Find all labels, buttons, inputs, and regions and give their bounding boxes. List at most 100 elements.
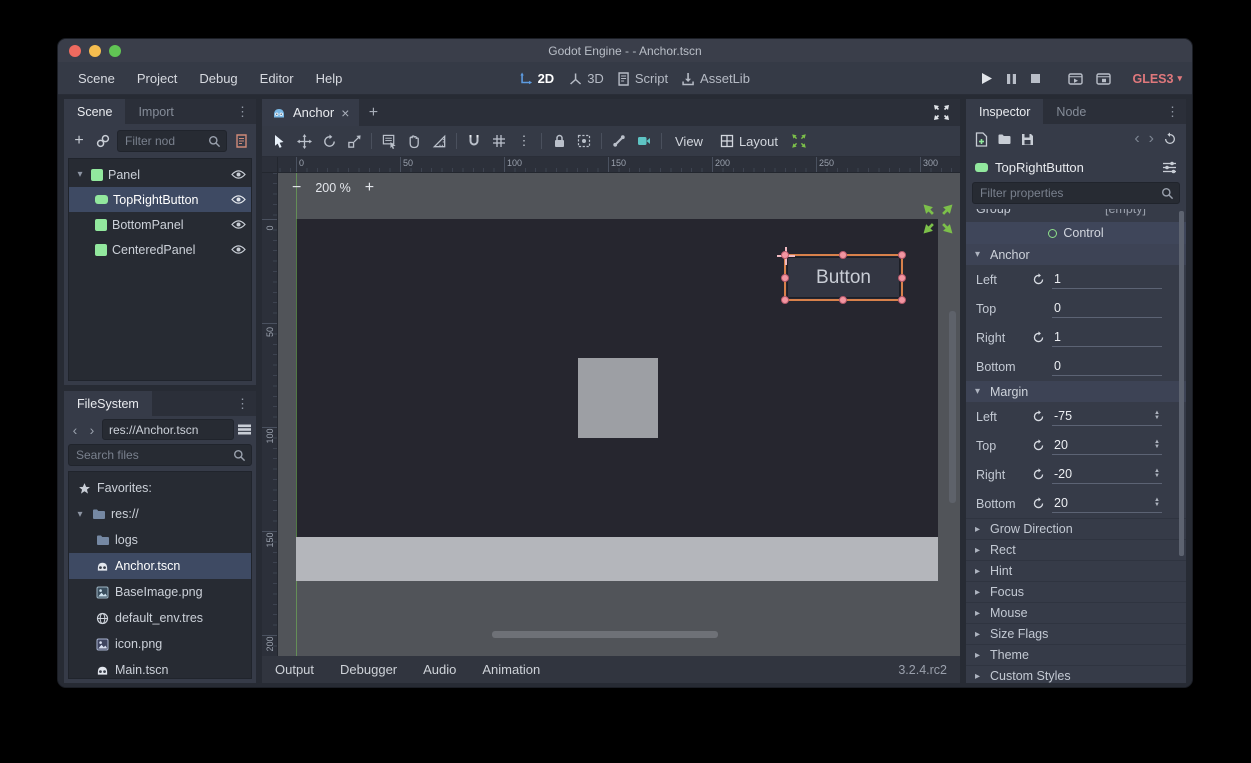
tab-node[interactable]: Node — [1043, 99, 1099, 124]
bottom-panel-node[interactable] — [296, 537, 938, 581]
layout-menu-button[interactable]: Layout — [712, 134, 786, 149]
dock-menu-icon[interactable]: ⋮ — [236, 104, 249, 120]
visibility-eye-icon[interactable] — [231, 244, 246, 255]
anchor-left-field[interactable]: 1 — [1052, 271, 1162, 289]
margin-section-header[interactable]: ▾ Margin — [966, 381, 1186, 402]
visibility-eye-icon[interactable] — [231, 169, 246, 180]
inspector-tools-icon[interactable] — [1162, 161, 1177, 174]
tree-row[interactable]: BottomPanel — [69, 212, 251, 237]
split-mode-icon[interactable] — [237, 423, 252, 436]
mode-2d[interactable]: 2D — [519, 71, 555, 86]
new-resource-icon[interactable] — [975, 132, 988, 147]
stop-button[interactable] — [1030, 73, 1041, 84]
file-row[interactable]: Anchor.tscn — [69, 553, 251, 579]
tab-inspector[interactable]: Inspector — [966, 99, 1043, 124]
control-category-header[interactable]: Control — [966, 222, 1186, 244]
tree-row[interactable]: TopRightButton — [69, 187, 251, 212]
grid-snap-icon[interactable] — [487, 129, 511, 153]
section-theme[interactable]: ▸Theme — [966, 644, 1186, 665]
anchor-preset-icon[interactable] — [787, 129, 811, 153]
centered-panel-node[interactable] — [578, 358, 658, 438]
menu-scene[interactable]: Scene — [68, 67, 125, 90]
list-select-icon[interactable] — [377, 129, 401, 153]
object-history-icon[interactable] — [1163, 132, 1177, 146]
move-tool-icon[interactable] — [292, 129, 316, 153]
mode-3d[interactable]: 3D — [568, 71, 604, 86]
selection-handle[interactable] — [898, 296, 906, 304]
section-size-flags[interactable]: ▸Size Flags — [966, 623, 1186, 644]
history-back-icon[interactable]: ‹ — [1134, 131, 1139, 147]
menu-editor[interactable]: Editor — [250, 67, 304, 90]
save-icon[interactable] — [1021, 133, 1034, 146]
close-tab-icon[interactable]: × — [341, 105, 349, 121]
pause-button[interactable] — [1006, 73, 1017, 85]
favorites-row[interactable]: Favorites: — [69, 475, 251, 501]
current-path[interactable]: res://Anchor.tscn — [102, 419, 234, 440]
forward-icon[interactable]: › — [85, 422, 99, 438]
selection-handle[interactable] — [839, 296, 847, 304]
spinbox-stepper[interactable]: ▲▼ — [1154, 469, 1160, 479]
file-row[interactable]: icon.png — [69, 631, 251, 657]
tree-row[interactable]: ▾ Panel — [69, 162, 251, 187]
anchor-section-header[interactable]: ▾ Anchor — [966, 244, 1186, 265]
tab-filesystem[interactable]: FileSystem — [64, 391, 152, 416]
section-hint[interactable]: ▸Hint — [966, 560, 1186, 581]
play-custom-scene-button[interactable] — [1096, 72, 1111, 85]
minimize-button[interactable] — [89, 45, 101, 57]
section-custom-styles[interactable]: ▸Custom Styles — [966, 665, 1186, 683]
section-mouse[interactable]: ▸Mouse — [966, 602, 1186, 623]
selection-handle[interactable] — [781, 274, 789, 282]
play-button[interactable] — [980, 72, 993, 85]
load-resource-icon[interactable] — [997, 133, 1012, 145]
selection-handle[interactable] — [839, 251, 847, 259]
zoom-out-button[interactable]: − — [292, 180, 301, 196]
override-camera-icon[interactable] — [632, 129, 656, 153]
spinbox-stepper[interactable]: ▲▼ — [1154, 411, 1160, 421]
revert-icon[interactable] — [1032, 410, 1045, 423]
lock-icon[interactable] — [547, 129, 571, 153]
mode-script[interactable]: Script — [618, 71, 668, 86]
revert-icon[interactable] — [1032, 331, 1045, 344]
zoom-button[interactable] — [109, 45, 121, 57]
view-menu-button[interactable]: View — [667, 134, 711, 149]
menu-project[interactable]: Project — [127, 67, 187, 90]
dock-menu-icon[interactable]: ⋮ — [1166, 104, 1179, 120]
horizontal-scrollbar[interactable] — [492, 631, 718, 638]
anchor-top-field[interactable]: 0 — [1052, 300, 1162, 318]
selection-handle[interactable] — [781, 251, 789, 259]
tab-audio[interactable]: Audio — [423, 662, 456, 677]
snap-options-icon[interactable]: ⋮ — [512, 129, 536, 153]
instance-scene-icon[interactable] — [93, 131, 113, 151]
scale-tool-icon[interactable] — [342, 129, 366, 153]
distraction-free-icon[interactable] — [933, 104, 950, 121]
revert-icon[interactable] — [1032, 439, 1045, 452]
file-row[interactable]: BaseImage.png — [69, 579, 251, 605]
scene-tab-anchor[interactable]: Anchor × — [262, 99, 359, 126]
zoom-in-button[interactable]: + — [365, 180, 374, 196]
viewport[interactable]: Button − 200 — [278, 173, 960, 656]
back-icon[interactable]: ‹ — [68, 422, 82, 438]
attach-script-icon[interactable] — [231, 131, 251, 151]
rotate-tool-icon[interactable] — [317, 129, 341, 153]
play-scene-button[interactable] — [1068, 72, 1083, 85]
file-row[interactable]: Main.tscn — [69, 657, 251, 679]
tab-import[interactable]: Import — [125, 99, 186, 124]
pan-tool-icon[interactable] — [402, 129, 426, 153]
tree-row[interactable]: CenteredPanel — [69, 237, 251, 262]
group-icon[interactable] — [572, 129, 596, 153]
bone-icon[interactable] — [607, 129, 631, 153]
chevron-down-icon[interactable]: ▾ — [74, 169, 86, 180]
tab-debugger[interactable]: Debugger — [340, 662, 397, 677]
zoom-level[interactable]: 200 % — [315, 181, 350, 195]
close-button[interactable] — [69, 45, 81, 57]
folder-row[interactable]: logs — [69, 527, 251, 553]
renderer-dropdown[interactable]: GLES3 ▾ — [1132, 72, 1182, 86]
selection-handle[interactable] — [898, 251, 906, 259]
folder-row[interactable]: ▾ res:// — [69, 501, 251, 527]
mode-assetlib[interactable]: AssetLib — [682, 71, 750, 86]
history-forward-icon[interactable]: › — [1149, 131, 1154, 147]
margin-right-field[interactable]: -20 ▲▼ — [1052, 466, 1162, 484]
property-filter-input[interactable] — [980, 186, 1159, 200]
file-search-input[interactable] — [76, 448, 231, 462]
spinbox-stepper[interactable]: ▲▼ — [1154, 440, 1160, 450]
